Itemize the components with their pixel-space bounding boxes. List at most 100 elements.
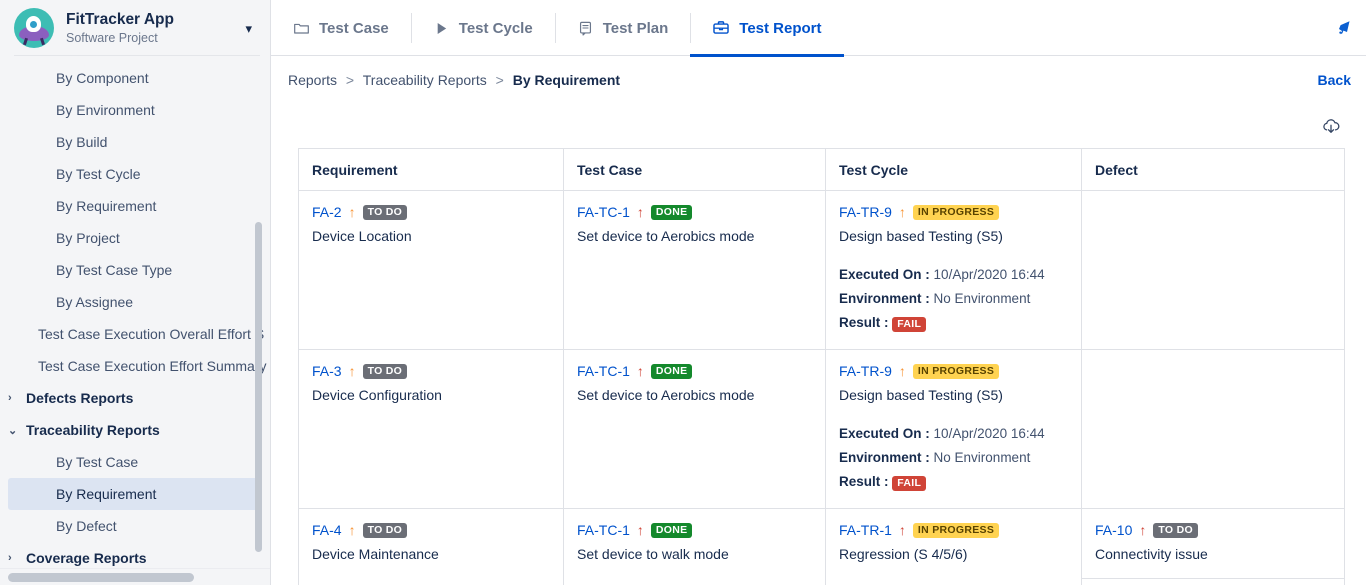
tab-test-plan[interactable]: Test Plan	[554, 0, 691, 56]
test-case-status-badge: DONE	[650, 204, 693, 220]
sidebar-item-test-case-execution-effort-summary[interactable]: Test Case Execution Effort Summary	[0, 350, 270, 382]
sidebar-item-defects-reports[interactable]: › Defects Reports	[0, 382, 270, 414]
chevron-right-icon[interactable]: ›	[8, 552, 22, 564]
sidebar-item-by-assignee[interactable]: By Assignee	[0, 286, 270, 318]
priority-arrow-up-icon: ↑	[898, 522, 906, 538]
test-case-key-link[interactable]: FA-TC-1	[577, 362, 630, 380]
sidebar-item-coverage-reports[interactable]: › Coverage Reports	[0, 542, 270, 568]
requirement-summary: Device Configuration	[312, 387, 442, 403]
table-row: FA-3 ↑ TO DO Device Configuration FA-TC-1 ↑ DO…	[298, 349, 1345, 509]
executed-on-label: Executed On :	[839, 426, 930, 441]
chevron-down-icon[interactable]: ⌄	[8, 424, 22, 437]
priority-arrow-up-icon: ↑	[348, 363, 356, 379]
sidebar-item-by-component[interactable]: By Component	[0, 62, 270, 94]
feedback-icon[interactable]	[1321, 0, 1366, 56]
sidebar-item-by-build[interactable]: By Build	[0, 126, 270, 158]
test-case-key-link[interactable]: FA-TC-1	[577, 521, 630, 539]
test-case-summary: Set device to walk mode	[577, 546, 729, 562]
requirement-cell-content: FA-2 ↑ TO DO Device Location	[312, 203, 551, 246]
execution-meta: Executed On : 10/Apr/2020 16:44 Environme…	[839, 263, 1069, 335]
test-cycle-key-line: FA-TR-9 ↑ IN PROGRESS	[839, 362, 1069, 380]
result-row: Result : FAIL	[839, 311, 1069, 335]
environment-value: No Environment	[933, 450, 1031, 465]
tab-bar: Test Case Test Cycle Test Plan Test Report	[271, 0, 1366, 57]
requirement-key-link[interactable]: FA-4	[312, 521, 342, 539]
cell-test-cycle: FA-TR-9 ↑ IN PROGRESS Design based Testing …	[825, 190, 1082, 350]
tab-test-case[interactable]: Test Case	[271, 0, 411, 56]
sidebar-item-label: Defects Reports	[26, 390, 134, 406]
environment-row: Environment : No Environment	[839, 287, 1069, 311]
chevron-down-icon[interactable]: ▾	[239, 22, 258, 35]
requirement-key-link[interactable]: FA-2	[312, 203, 342, 221]
project-switcher[interactable]: FitTracker App Software Project ▾	[0, 0, 270, 56]
test-cycle-key-link[interactable]: FA-TR-1	[839, 521, 892, 539]
cell-test-case: FA-TC-1 ↑ DONE Set device to walk mode	[563, 508, 826, 585]
project-avatar-icon	[14, 8, 54, 48]
sidebar-item-by-requirement[interactable]: By Requirement	[0, 190, 270, 222]
priority-arrow-up-icon: ↑	[348, 204, 356, 220]
tab-test-cycle[interactable]: Test Cycle	[410, 0, 555, 56]
sidebar-item-label: By Requirement	[56, 198, 157, 214]
report-toolbar	[271, 104, 1366, 148]
defect-key-link[interactable]: FA-10	[1095, 521, 1132, 539]
traceability-table-wrapper: Requirement Test Case Test Cycle Defect …	[271, 148, 1366, 585]
tab-label: Test Cycle	[458, 19, 533, 37]
breadcrumb-bar: Reports > Traceability Reports > By Requ…	[271, 56, 1366, 104]
sidebar-nav-scroll: By Component By Environment By Build By Tes…	[0, 56, 270, 568]
cell-test-case: FA-TC-1 ↑ DONE Set device to Aerobics mode	[563, 349, 826, 509]
column-header-test-cycle: Test Cycle	[825, 148, 1082, 191]
requirement-summary: Device Location	[312, 228, 412, 244]
tab-test-report[interactable]: Test Report	[690, 0, 844, 57]
requirement-status-badge: TO DO	[362, 522, 408, 538]
test-cycle-cell-content: FA-TR-1 ↑ IN PROGRESS Regression (S 4/5/6)	[839, 521, 1069, 564]
test-cycle-key-link[interactable]: FA-TR-9	[839, 362, 892, 380]
back-button[interactable]: Back	[1318, 72, 1351, 88]
test-case-cell-content: FA-TC-1 ↑ DONE Set device to Aerobics mode	[577, 362, 813, 405]
sidebar-item-by-requirement[interactable]: By Requirement	[8, 478, 262, 510]
sidebar-item-by-test-case[interactable]: By Test Case	[0, 446, 270, 478]
test-case-status-badge: DONE	[650, 363, 693, 379]
priority-arrow-up-icon: ↑	[636, 204, 644, 220]
breadcrumb-item-traceability-reports[interactable]: Traceability Reports	[363, 72, 487, 88]
test-cycle-cell-content: FA-TR-9 ↑ IN PROGRESS Design based Testing …	[839, 362, 1069, 405]
sidebar-item-label: Coverage Reports	[26, 550, 147, 566]
requirement-key-link[interactable]: FA-3	[312, 362, 342, 380]
sidebar-item-by-test-case-type[interactable]: By Test Case Type	[0, 254, 270, 286]
sidebar-horizontal-scrollbar-track[interactable]	[0, 568, 270, 585]
briefcase-icon	[712, 19, 730, 37]
cloud-download-icon[interactable]	[1318, 113, 1344, 139]
defect-cell-content: FA-10 ↑ TO DO Connectivity issue	[1095, 521, 1332, 566]
priority-arrow-up-icon: ↑	[1139, 522, 1147, 538]
sidebar-item-by-test-cycle[interactable]: By Test Cycle	[0, 158, 270, 190]
cell-defect	[1081, 349, 1345, 509]
sidebar-item-by-project[interactable]: By Project	[0, 222, 270, 254]
sidebar-item-traceability-reports[interactable]: ⌄ Traceability Reports	[0, 414, 270, 446]
column-header-requirement: Requirement	[298, 148, 564, 191]
tab-bar-spacer	[844, 0, 1321, 55]
requirement-summary: Device Maintenance	[312, 546, 439, 562]
sidebar-item-by-defect[interactable]: By Defect	[0, 510, 270, 542]
table-head: Requirement Test Case Test Cycle Defect	[298, 148, 1345, 191]
sidebar-vertical-scrollbar-thumb[interactable]	[255, 222, 262, 552]
priority-arrow-up-icon: ↑	[636, 363, 644, 379]
environment-label: Environment :	[839, 450, 930, 465]
sidebar-horizontal-scrollbar-thumb[interactable]	[8, 573, 194, 582]
chevron-right-icon[interactable]: ›	[8, 392, 22, 404]
breadcrumb: Reports > Traceability Reports > By Requ…	[288, 72, 620, 88]
main-content: Test Case Test Cycle Test Plan Test Report …	[271, 0, 1366, 585]
tab-label: Test Plan	[602, 19, 669, 37]
sidebar-item-by-environment[interactable]: By Environment	[0, 94, 270, 126]
test-case-key-link[interactable]: FA-TC-1	[577, 203, 630, 221]
priority-arrow-up-icon: ↑	[636, 522, 644, 538]
app-root: FitTracker App Software Project ▾ By Com…	[0, 0, 1366, 585]
executed-on-label: Executed On :	[839, 267, 930, 282]
project-subtitle: Software Project	[66, 30, 158, 45]
test-cycle-key-link[interactable]: FA-TR-9	[839, 203, 892, 221]
executed-on-row: Executed On : 10/Apr/2020 16:44	[839, 422, 1069, 446]
breadcrumb-item-reports[interactable]: Reports	[288, 72, 337, 88]
document-icon	[577, 20, 594, 37]
sidebar-item-test-case-execution-overall-effort-s[interactable]: Test Case Execution Overall Effort S	[0, 318, 270, 350]
sidebar-nav: By Component By Environment By Build By Tes…	[0, 56, 270, 568]
table-row: FA-2 ↑ TO DO Device Location FA-TC-1 ↑ DONE Set…	[298, 190, 1345, 350]
test-cycle-summary: Design based Testing (S5)	[839, 387, 1003, 403]
